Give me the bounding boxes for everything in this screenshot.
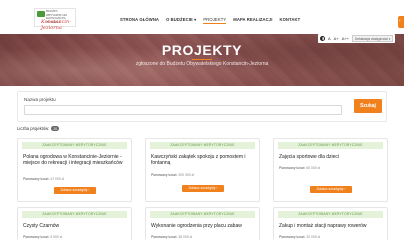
search-panel: Nazwa projektu Szukaj	[17, 91, 387, 122]
logo-signature: Konstancin-Jeziorna	[41, 19, 71, 31]
project-cost: Planowany koszt: 60 000 zł	[279, 166, 321, 170]
page-title: PROJEKTY	[161, 42, 243, 58]
project-card: ZAAKCEPTOWANY MERYTORYCZNIE Kawczyński z…	[145, 138, 260, 202]
project-title[interactable]: Zajęcia sportowe dla dzieci	[279, 154, 382, 160]
project-card: ZAAKCEPTOWANY MERYTORYCZNIE Polana ogrod…	[17, 138, 132, 202]
status-badge: ZAAKCEPTOWANY MERYTORYCZNIE	[278, 211, 383, 218]
project-title[interactable]: Zakup i montaż stacji naprawy rowerów	[279, 223, 382, 229]
nav-item-about[interactable]: O BUDŻECIE ▾	[166, 17, 196, 24]
project-cost: Planowany koszt: 5 000 zł	[23, 235, 63, 239]
side-panel-toggle[interactable]: ‹	[398, 16, 404, 28]
chevron-left-icon: ‹	[399, 18, 401, 24]
project-card: ZAAKCEPTOWANY MERYTORYCZNIE Zakup i mont…	[273, 207, 388, 240]
details-button[interactable]: Zobacz szczegóły ›	[310, 186, 352, 193]
search-label: Nazwa projektu	[24, 97, 56, 102]
status-badge: ZAAKCEPTOWANY MERYTORYCZNIE	[150, 142, 255, 149]
project-cost: Planowany koszt: 200 000 zł	[151, 173, 194, 177]
project-cost: Planowany koszt: 20 000 zł	[279, 235, 321, 239]
accessibility-bar: A A+ A++ Deklaracja dostępności ▾	[318, 34, 396, 43]
accessibility-declaration-select[interactable]: Deklaracja dostępności ▾	[352, 35, 394, 42]
main-nav: STRONA GŁÓWNA O BUDŻECIE ▾ PROJEKTY MAPA…	[120, 17, 300, 24]
project-title[interactable]: Kawczyński zakątek spokoju z pomostem i …	[151, 154, 254, 167]
results-count-label: Liczba projektów:	[17, 126, 50, 131]
font-size-large[interactable]: A+	[334, 36, 339, 41]
title-divider	[192, 59, 212, 60]
nav-item-contact[interactable]: KONTAKT	[279, 17, 300, 24]
status-badge: ZAAKCEPTOWANY MERYTORYCZNIE	[22, 142, 127, 149]
project-card: ZAAKCEPTOWANY MERYTORYCZNIE Wykonanie og…	[145, 207, 260, 240]
search-input[interactable]	[24, 105, 342, 115]
project-title[interactable]: Wykonanie ogrodzenia przy placu zabaw	[151, 223, 254, 229]
project-cost: Planowany koszt: 35 000 zł	[151, 235, 193, 239]
project-cost: Planowany koszt: 47 000 zł	[23, 177, 65, 181]
results-count: Liczba projektów: 20	[17, 126, 60, 131]
site-header: BUDŻET OBYWATELSKI KONSTANCIN-JEZIORNA K…	[0, 0, 404, 34]
project-card: ZAAKCEPTOWANY MERYTORYCZNIE Zajęcia spor…	[273, 138, 388, 202]
status-badge: ZAAKCEPTOWANY MERYTORYCZNIE	[150, 211, 255, 218]
font-size-xlarge[interactable]: A++	[342, 36, 349, 41]
project-title[interactable]: Czysty Czarnów	[23, 223, 126, 229]
search-button[interactable]: Szukaj	[354, 99, 382, 113]
project-card: ZAAKCEPTOWANY MERYTORYCZNIE Czysty Czarn…	[17, 207, 132, 240]
nav-item-projects[interactable]: PROJEKTY	[203, 17, 227, 24]
details-button[interactable]: Zobacz szczegóły ›	[54, 187, 96, 194]
page-subtitle: zgłoszone do Budżetu Obywatelskiego Kons…	[135, 61, 269, 67]
status-badge: ZAAKCEPTOWANY MERYTORYCZNIE	[278, 142, 383, 149]
details-button[interactable]: Zobacz szczegóły ›	[182, 185, 224, 192]
project-title[interactable]: Polana ogrodowa w Konstancinie-Jeziornie…	[23, 154, 126, 167]
logo-emblem-icon	[37, 11, 45, 17]
font-size-normal[interactable]: A	[328, 36, 331, 41]
status-badge: ZAAKCEPTOWANY MERYTORYCZNIE	[22, 211, 127, 218]
nav-item-home[interactable]: STRONA GŁÓWNA	[120, 17, 159, 24]
nav-item-map[interactable]: MAPA REALIZACJI	[233, 17, 272, 24]
site-logo[interactable]: BUDŻET OBYWATELSKI KONSTANCIN-JEZIORNA K…	[34, 8, 76, 31]
contrast-icon[interactable]	[320, 36, 325, 41]
results-count-badge: 20	[51, 126, 60, 131]
